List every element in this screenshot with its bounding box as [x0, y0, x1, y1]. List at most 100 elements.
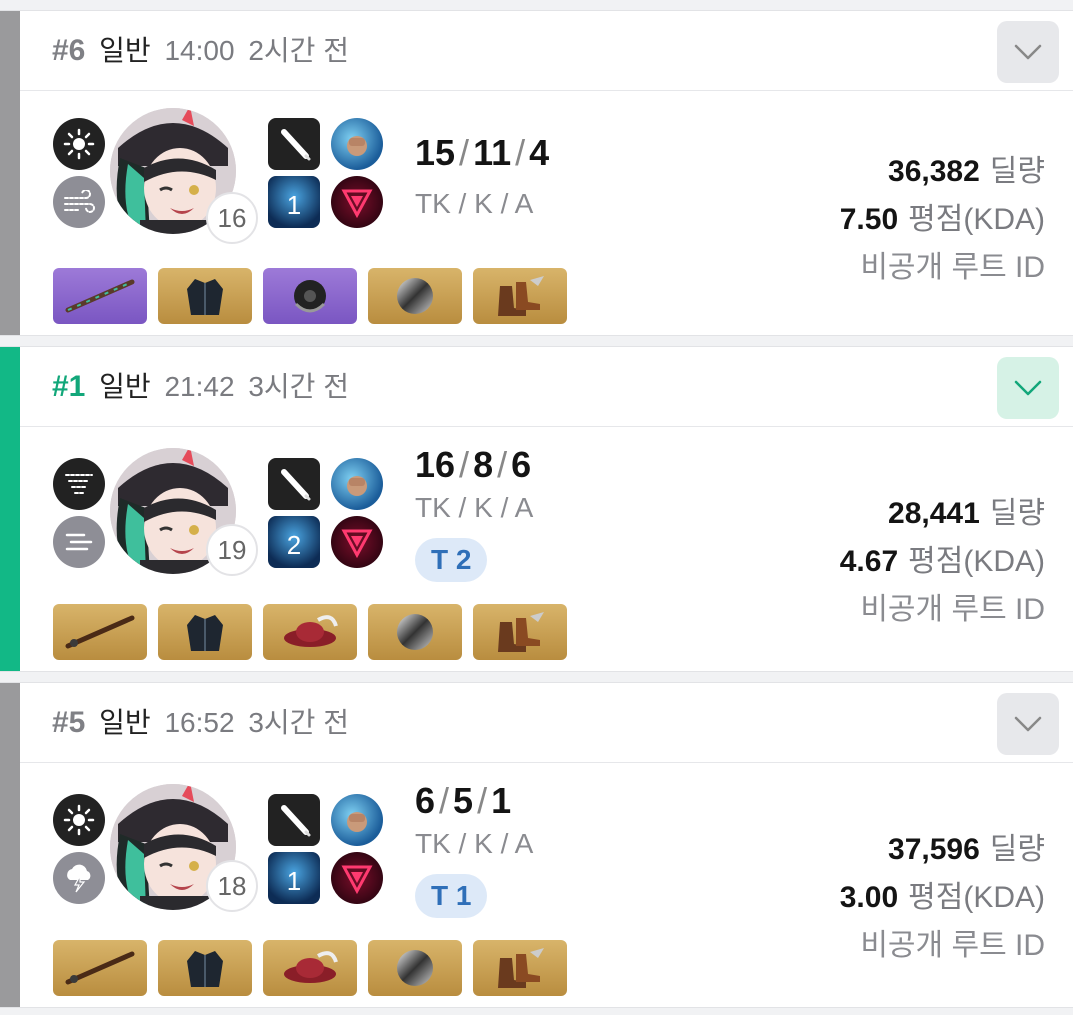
- staff-item[interactable]: [53, 268, 147, 324]
- sun-icon: [53, 794, 105, 846]
- tactical-skill-icon: [331, 516, 383, 568]
- score-label: 평점(KDA): [908, 203, 1045, 236]
- score-value: 4.67: [839, 545, 899, 578]
- match-header: #5 일반 16:52 3시간 전: [20, 683, 1073, 763]
- fog-icon: [53, 516, 105, 568]
- match-mode: 일반: [99, 707, 151, 738]
- staff-item[interactable]: [53, 940, 147, 996]
- damage-label: 딜량: [989, 155, 1045, 188]
- match-ago: 2시간 전: [248, 35, 349, 66]
- match-mode: 일반: [99, 371, 151, 402]
- team-kills: 15: [415, 132, 456, 173]
- match-duration: 16:52: [164, 707, 235, 738]
- match-ago: 3시간 전: [248, 707, 349, 738]
- match-body: 18 1 6/5/1 TK / K / A T 1 37,596 딜량 3.00 평…: [20, 764, 1073, 1007]
- damage-label: 딜량: [989, 833, 1045, 866]
- match-rank: #6: [52, 34, 86, 67]
- jacket-item[interactable]: [158, 940, 252, 996]
- score-stat: 3.00 평점(KDA): [840, 872, 1045, 916]
- team-kills: 6: [415, 780, 436, 821]
- route-id[interactable]: 비공개 루트 ID: [860, 584, 1045, 628]
- damage-value: 28,441: [888, 497, 980, 530]
- result-accent-bar: [0, 11, 20, 335]
- match-ago: 3시간 전: [248, 371, 349, 402]
- disc-item[interactable]: [368, 268, 462, 324]
- score-value: 7.50: [839, 203, 899, 236]
- weapon-mastery-icon: 1: [268, 176, 320, 228]
- match-body: 16 1 15/11/4 TK / K / A 36,382 딜량 7.50 평점(…: [20, 92, 1073, 335]
- expand-button[interactable]: [997, 357, 1059, 419]
- match-card[interactable]: #1 일반 21:42 3시간 전 19 2 16 / 8 / 6 TK / K…: [0, 346, 1073, 672]
- character-level: 16: [206, 192, 258, 244]
- expand-button[interactable]: [997, 693, 1059, 755]
- match-rank: #5: [52, 706, 86, 739]
- match-body: 19 2 16/8/6 TK / K / A T 2 28,441 딜량 4.67…: [20, 428, 1073, 671]
- kda-score: 16/8/6: [415, 444, 532, 485]
- score-label: 평점(KDA): [908, 545, 1045, 578]
- assists: 4: [529, 132, 550, 173]
- chevron-down-icon: [1014, 380, 1042, 396]
- result-accent-bar: [0, 683, 20, 1007]
- match-duration: 14:00: [164, 35, 235, 66]
- chevron-down-icon: [1014, 44, 1042, 60]
- wind-icon: [53, 176, 105, 228]
- match-card[interactable]: #6 일반 14:00 2시간 전 16 1 15 / 11 / 4 TK / …: [0, 10, 1073, 336]
- score-value: 3.00: [839, 881, 899, 914]
- damage-label: 딜량: [989, 497, 1045, 530]
- route-id[interactable]: 비공개 루트 ID: [860, 242, 1045, 286]
- route-id[interactable]: 비공개 루트 ID: [860, 920, 1045, 964]
- match-card[interactable]: #5 일반 16:52 3시간 전 18 1 6 / 5 / 1 TK / K …: [0, 682, 1073, 1008]
- helmet-item[interactable]: [263, 268, 357, 324]
- kills: 11: [473, 132, 512, 173]
- expand-button[interactable]: [997, 21, 1059, 83]
- match-header: #6 일반 14:00 2시간 전: [20, 11, 1073, 91]
- disc-item[interactable]: [368, 604, 462, 660]
- damage-stat: 37,596 딜량: [888, 824, 1045, 868]
- match-duration: 21:42: [164, 371, 235, 402]
- kills: 8: [473, 444, 494, 485]
- boots-item[interactable]: [473, 940, 567, 996]
- damage-stat: 28,441 딜량: [888, 488, 1045, 532]
- team-badge: T 1: [415, 874, 488, 918]
- damage-value: 36,382: [888, 155, 980, 188]
- boots-item[interactable]: [473, 268, 567, 324]
- kda-label: TK / K / A: [415, 492, 534, 523]
- boots-item[interactable]: [473, 604, 567, 660]
- team-kills: 16: [415, 444, 456, 485]
- weapon-mastery-level: 2: [286, 529, 302, 560]
- match-rank: #1: [52, 370, 86, 403]
- score-stat: 7.50 평점(KDA): [840, 194, 1045, 238]
- character-level: 18: [206, 860, 258, 912]
- punch-skill-icon: [331, 794, 383, 846]
- assists: 1: [491, 780, 512, 821]
- jacket-item[interactable]: [158, 604, 252, 660]
- staff-item[interactable]: [53, 604, 147, 660]
- hat-item[interactable]: [263, 604, 357, 660]
- disc-item[interactable]: [368, 940, 462, 996]
- weapon-mastery-icon: 2: [268, 516, 320, 568]
- weapon-bat-icon: [268, 118, 320, 170]
- kda-score: 15/11/4: [415, 132, 550, 173]
- storm-icon: [53, 852, 105, 904]
- hat-item[interactable]: [263, 940, 357, 996]
- tornado-icon: [53, 458, 105, 510]
- punch-skill-icon: [331, 118, 383, 170]
- damage-value: 37,596: [888, 833, 980, 866]
- sun-icon: [53, 118, 105, 170]
- kills: 5: [453, 780, 474, 821]
- tactical-skill-icon: [331, 852, 383, 904]
- kda-score: 6/5/1: [415, 780, 512, 821]
- score-stat: 4.67 평점(KDA): [840, 536, 1045, 580]
- result-accent-bar: [0, 347, 20, 671]
- score-label: 평점(KDA): [908, 881, 1045, 914]
- weapon-mastery-level: 1: [286, 189, 302, 220]
- chevron-down-icon: [1014, 716, 1042, 732]
- damage-stat: 36,382 딜량: [888, 146, 1045, 190]
- weapon-mastery-level: 1: [286, 865, 302, 896]
- weapon-bat-icon: [268, 794, 320, 846]
- kda-label: TK / K / A: [415, 188, 534, 219]
- match-header: #1 일반 21:42 3시간 전: [20, 347, 1073, 427]
- assists: 6: [511, 444, 532, 485]
- weapon-mastery-icon: 1: [268, 852, 320, 904]
- jacket-item[interactable]: [158, 268, 252, 324]
